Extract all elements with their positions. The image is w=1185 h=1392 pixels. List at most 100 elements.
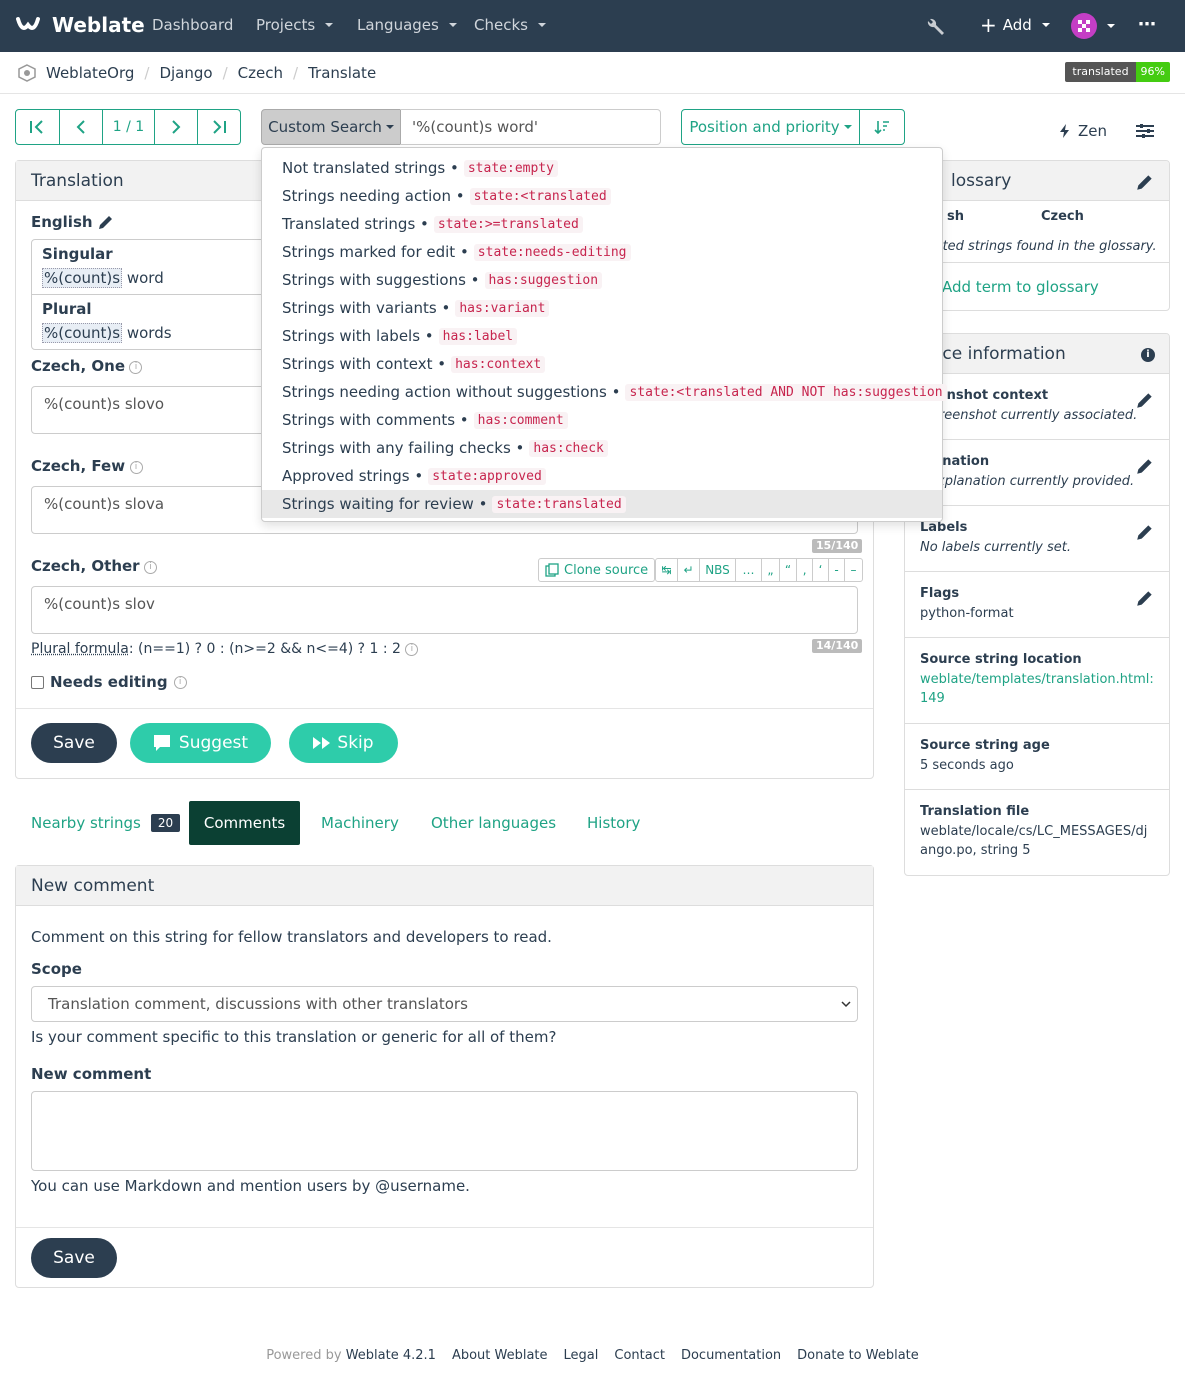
translation-file-row: Translation file weblate/locale/cs/LC_ME… xyxy=(920,804,1148,858)
nav-add[interactable]: + Add xyxy=(980,15,1050,35)
pager-position: 1 / 1 xyxy=(103,110,155,144)
skip-button[interactable]: Skip xyxy=(289,723,398,763)
dropdown-item[interactable]: Strings marked for edit • state:needs-edi… xyxy=(262,238,942,266)
tab-other-languages[interactable]: Other languages xyxy=(431,801,556,845)
dropdown-item[interactable]: Not translated strings • state:empty xyxy=(262,154,942,182)
search-input[interactable]: '%(count)s word' xyxy=(400,109,661,145)
footer-contact-link[interactable]: Contact xyxy=(614,1348,665,1363)
dropdown-item[interactable]: Strings with labels • has:label xyxy=(262,322,942,350)
pencil-icon[interactable] xyxy=(1135,588,1155,608)
chevron-down-icon xyxy=(841,1001,851,1008)
special-char-newline[interactable]: ↵ xyxy=(678,559,700,581)
footer-version-link[interactable]: Weblate 4.2.1 xyxy=(346,1348,436,1363)
dropdown-item[interactable]: Approved strings • state:approved xyxy=(262,462,942,490)
needs-editing-checkbox[interactable]: Needs editing i xyxy=(31,673,187,691)
tab-nearby-strings[interactable]: Nearby strings 20 xyxy=(31,801,181,845)
comment-save-button[interactable]: Save xyxy=(31,1238,117,1278)
placeable[interactable]: %(count)s xyxy=(42,323,123,343)
dropdown-item[interactable]: Strings with suggestions • has:suggestion xyxy=(262,266,942,294)
search-type-button[interactable]: Custom Search xyxy=(261,109,401,145)
source-plural: Plural %(count)s words xyxy=(31,294,271,350)
nav-dashboard[interactable]: Dashboard xyxy=(152,16,233,34)
settings-sliders-icon[interactable] xyxy=(1136,123,1154,143)
pencil-icon[interactable] xyxy=(97,213,115,231)
footer-documentation-link[interactable]: Documentation xyxy=(681,1348,781,1363)
chevron-down-icon xyxy=(843,125,852,129)
source-location-link[interactable]: weblate/templates/translation.html:149 xyxy=(920,670,1154,708)
glossary-col-source: sh xyxy=(947,209,964,224)
wrench-icon[interactable] xyxy=(923,14,947,42)
translated-badge[interactable]: translated 96% xyxy=(1065,62,1170,82)
dropdown-item[interactable]: Strings with variants • has:variant xyxy=(262,294,942,322)
plural-formula: Plural formula: (n==1) ? 0 : (n>=2 && n<… xyxy=(31,641,419,657)
suggest-button[interactable]: Suggest xyxy=(130,723,271,763)
chevron-down-icon xyxy=(448,23,457,27)
add-term-link[interactable]: Add term to glossary xyxy=(942,278,1099,296)
panel-heading: lossary xyxy=(905,161,1169,201)
checkbox[interactable] xyxy=(31,675,44,689)
pencil-icon[interactable] xyxy=(1135,456,1155,476)
dropdown-item[interactable]: Strings needing action without suggestio… xyxy=(262,378,947,406)
breadcrumb-language[interactable]: Czech xyxy=(238,64,283,82)
special-char-ellipsis[interactable]: … xyxy=(736,559,762,581)
special-char-single-low[interactable]: ‚ xyxy=(797,559,813,581)
nav-checks[interactable]: Checks xyxy=(474,16,546,34)
pencil-icon[interactable] xyxy=(1135,390,1155,410)
pencil-icon[interactable] xyxy=(1135,172,1155,192)
special-char-hyphen[interactable]: - xyxy=(829,559,845,581)
footer-donate-link[interactable]: Donate to Weblate xyxy=(797,1348,919,1363)
special-char-tab[interactable]: ↹ xyxy=(656,559,678,581)
info-icon: i xyxy=(173,675,187,689)
copy-icon xyxy=(545,563,559,577)
special-char-quote-high[interactable]: “ xyxy=(780,559,797,581)
dropdown-item[interactable]: Strings with any failing checks • has:che… xyxy=(262,434,942,462)
placeable[interactable]: %(count)s xyxy=(42,268,123,288)
breadcrumb-component[interactable]: Django xyxy=(159,64,212,82)
sort-direction-icon[interactable] xyxy=(860,110,904,144)
comment-textarea[interactable] xyxy=(31,1091,858,1171)
nav-languages[interactable]: Languages xyxy=(357,16,457,34)
pager: 1 / 1 xyxy=(15,109,241,145)
sort-order-select[interactable]: Position and priority xyxy=(682,110,860,144)
special-char-quote-low[interactable]: „ xyxy=(762,559,780,581)
special-char-nbsp[interactable]: NBS xyxy=(700,559,736,581)
scope-label: Scope xyxy=(31,960,82,978)
user-avatar-menu[interactable] xyxy=(1071,13,1115,39)
brand-logo[interactable]: Weblate xyxy=(14,11,145,39)
tab-machinery[interactable]: Machinery xyxy=(321,801,399,845)
source-language-heading: English xyxy=(31,213,115,231)
pencil-icon[interactable] xyxy=(1135,522,1155,542)
clone-source-button[interactable]: Clone source xyxy=(538,558,656,582)
info-icon: i xyxy=(129,460,143,474)
breadcrumb-project[interactable]: WeblateOrg xyxy=(46,64,134,82)
czech-other-textarea[interactable]: %(count)s slov xyxy=(31,586,858,634)
source-info-panel: urce information i eenshot context scree… xyxy=(904,333,1170,876)
first-string-button[interactable] xyxy=(16,110,60,144)
special-char-single-high[interactable]: ‘ xyxy=(813,559,829,581)
previous-string-button[interactable] xyxy=(60,110,104,144)
comment-intro: Comment on this string for fellow transl… xyxy=(31,928,552,946)
scope-select[interactable]: Translation comment, discussions with ot… xyxy=(31,986,858,1022)
footer-about-link[interactable]: About Weblate xyxy=(452,1348,548,1363)
dropdown-item[interactable]: Strings needing action • state:<translate… xyxy=(262,182,942,210)
save-button[interactable]: Save xyxy=(31,723,117,763)
more-menu-icon[interactable]: ⋯ xyxy=(1138,14,1157,35)
dropdown-item[interactable]: Strings with context • has:context xyxy=(262,350,942,378)
next-string-button[interactable] xyxy=(155,110,199,144)
count-badge: 20 xyxy=(150,814,181,832)
nav-projects[interactable]: Projects xyxy=(256,16,334,34)
search-dropdown-menu: Not translated strings • state:empty Stri… xyxy=(261,147,947,522)
glossary-empty: lated strings found in the glossary. xyxy=(931,239,1157,254)
tab-history[interactable]: History xyxy=(587,801,640,845)
tab-comments[interactable]: Comments xyxy=(189,801,300,845)
dropdown-item[interactable]: Strings with comments • has:comment xyxy=(262,406,942,434)
zen-mode-button[interactable]: Zen xyxy=(1060,122,1107,140)
scope-help: Is your comment specific to this transla… xyxy=(31,1028,557,1046)
other-char-counter: 14/140 xyxy=(812,639,863,653)
footer-legal-link[interactable]: Legal xyxy=(564,1348,599,1363)
special-char-en-dash[interactable]: – xyxy=(845,559,862,581)
dropdown-item[interactable]: Translated strings • state:>=translated xyxy=(262,210,942,238)
top-navbar: Weblate Dashboard Projects Languages Che… xyxy=(0,0,1185,52)
dropdown-item-active[interactable]: Strings waiting for review • state:transl… xyxy=(262,490,942,518)
last-string-button[interactable] xyxy=(198,110,240,144)
